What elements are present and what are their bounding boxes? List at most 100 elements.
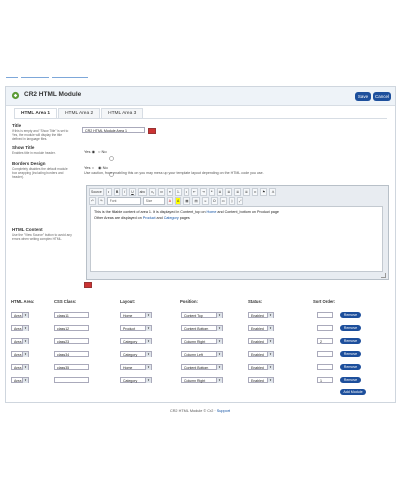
bg-color-button[interactable]: A xyxy=(174,197,182,205)
add-module-button[interactable]: Add Module xyxy=(340,389,366,395)
resize-handle[interactable] xyxy=(381,273,386,278)
position-select[interactable]: Column Right ▾ xyxy=(181,338,223,344)
show-title-no[interactable]: ○ No xyxy=(98,149,107,154)
breadcrumb-item[interactable] xyxy=(6,77,18,78)
sort-order-input[interactable] xyxy=(317,312,333,318)
product-link[interactable]: Product xyxy=(143,216,156,220)
layout-select[interactable]: Home ▾ xyxy=(120,364,152,370)
bold-button[interactable]: B xyxy=(113,188,121,196)
layout-select[interactable]: Home ▾ xyxy=(120,312,152,318)
chevron-down-icon[interactable]: ▾ xyxy=(216,378,222,383)
align-button[interactable]: ≡ xyxy=(166,188,173,196)
css-class-input[interactable]: class11 xyxy=(54,312,89,318)
css-class-input[interactable]: class34 xyxy=(54,351,89,357)
sort-order-input[interactable] xyxy=(317,325,333,331)
remove-button[interactable]: Remove xyxy=(340,351,361,357)
status-select[interactable]: Enabled ▾ xyxy=(248,325,274,331)
breadcrumb-item[interactable] xyxy=(52,77,88,78)
redo-icon[interactable]: ↷ xyxy=(97,197,105,205)
css-class-input[interactable]: class23 xyxy=(54,338,89,344)
source-button[interactable]: Source xyxy=(89,188,104,196)
smiley-button[interactable]: ☺ xyxy=(201,197,210,205)
borders-yes[interactable]: Yes ○ xyxy=(84,165,94,170)
chevron-down-icon[interactable]: ▾ xyxy=(267,365,273,370)
chevron-down-icon[interactable]: ▾ xyxy=(216,339,222,344)
chevron-down-icon[interactable]: ▾ xyxy=(22,365,28,370)
remove-button[interactable]: Remove xyxy=(340,325,361,331)
subscript-button[interactable]: x₂ xyxy=(149,188,157,196)
chevron-down-icon[interactable]: ▾ xyxy=(22,378,28,383)
chevron-down-icon[interactable]: ▾ xyxy=(145,378,151,383)
sort-order-input[interactable]: 2 xyxy=(317,338,333,344)
css-class-input[interactable]: class35 xyxy=(54,364,89,370)
chevron-down-icon[interactable]: ▾ xyxy=(267,313,273,318)
chevron-down-icon[interactable]: ▾ xyxy=(145,326,151,331)
home-link[interactable]: Home xyxy=(207,210,217,214)
chevron-down-icon[interactable]: ▾ xyxy=(145,365,151,370)
chevron-down-icon[interactable]: ▾ xyxy=(22,313,28,318)
support-link[interactable]: Support xyxy=(217,409,230,413)
chevron-down-icon[interactable]: ▾ xyxy=(22,326,28,331)
remove-button[interactable]: Remove xyxy=(340,364,361,370)
area-select[interactable]: Area 2 ▾ xyxy=(11,338,29,344)
position-select[interactable]: Column Right ▾ xyxy=(181,377,223,383)
remove-button[interactable]: Remove xyxy=(340,312,361,318)
chevron-down-icon[interactable]: ▾ xyxy=(216,365,222,370)
breadcrumb-item[interactable] xyxy=(21,77,49,78)
position-select[interactable]: Content Top ▾ xyxy=(181,312,223,318)
chevron-down-icon[interactable]: ▾ xyxy=(145,352,151,357)
size-select[interactable]: Size xyxy=(142,197,165,205)
position-select[interactable]: Column Left ▾ xyxy=(181,351,223,357)
chevron-down-icon[interactable]: ▾ xyxy=(22,339,28,344)
chevron-down-icon[interactable]: ▾ xyxy=(267,352,273,357)
sort-order-input[interactable] xyxy=(317,364,333,370)
remove-button[interactable]: Remove xyxy=(340,338,361,344)
category-link[interactable]: Category xyxy=(164,216,179,220)
outdent-button[interactable]: ⇤ xyxy=(190,188,198,196)
sort-order-input[interactable] xyxy=(317,351,333,357)
chevron-down-icon[interactable]: ▾ xyxy=(267,326,273,331)
align-left-button[interactable]: ≣ xyxy=(216,188,224,196)
image-button[interactable]: ▦ xyxy=(183,197,191,205)
save-button[interactable]: Save xyxy=(355,92,371,101)
bullet-list-button[interactable]: • xyxy=(183,188,189,196)
chevron-down-icon[interactable]: ▾ xyxy=(216,352,222,357)
undo-icon[interactable]: ↶ xyxy=(89,197,96,205)
area-select[interactable]: Area 1 ▾ xyxy=(11,325,29,331)
css-class-input[interactable] xyxy=(54,377,89,383)
strike-button[interactable]: abc xyxy=(137,188,148,196)
layout-select[interactable]: Product ▾ xyxy=(120,325,152,331)
chevron-down-icon[interactable]: ▾ xyxy=(145,339,151,344)
chevron-down-icon[interactable]: ▾ xyxy=(216,326,222,331)
radio-icon[interactable]: ◉ xyxy=(98,165,102,170)
maximize-button[interactable]: ⤢ xyxy=(236,197,244,205)
cancel-button[interactable]: Cancel xyxy=(373,92,391,101)
borders-no[interactable]: ◉ No xyxy=(98,165,108,170)
preview-button[interactable]: ◐ xyxy=(105,188,112,196)
title-input[interactable]: CR2 HTML Module Area 1 xyxy=(82,127,145,133)
tab-html-area-2[interactable]: HTML Area 2 xyxy=(58,108,101,118)
show-title-yes[interactable]: Yes ◉ xyxy=(84,149,95,154)
justify-button[interactable]: ≣ xyxy=(243,188,250,196)
blockquote-button[interactable]: ❝ xyxy=(208,188,215,196)
tab-html-area-1[interactable]: HTML Area 1 xyxy=(14,108,58,118)
layout-select[interactable]: Category ▾ xyxy=(120,351,152,357)
table-button[interactable]: ▤ xyxy=(192,197,200,205)
css-class-input[interactable]: class12 xyxy=(54,325,89,331)
status-select[interactable]: Enabled ▾ xyxy=(248,338,274,344)
font-select[interactable]: Font xyxy=(106,197,141,205)
numbered-list-button[interactable]: 1. xyxy=(174,188,182,196)
anchor-button[interactable]: ⚓ xyxy=(269,188,277,196)
special-char-button[interactable]: Ω xyxy=(211,197,218,205)
unlink-button[interactable]: ⚑ xyxy=(260,188,268,196)
italic-button[interactable]: I xyxy=(122,188,128,196)
area-select[interactable]: Area 3 ▾ xyxy=(11,364,29,370)
chevron-down-icon[interactable]: ▾ xyxy=(22,352,28,357)
superscript-button[interactable]: x² xyxy=(158,188,165,196)
remove-button[interactable]: Remove xyxy=(340,377,361,383)
link-button[interactable]: ∞ xyxy=(251,188,259,196)
layout-select[interactable]: Category ▾ xyxy=(120,338,152,344)
radio-icon[interactable]: ○ xyxy=(98,149,100,154)
align-right-button[interactable]: ≣ xyxy=(234,188,242,196)
position-select[interactable]: Content Bottom ▾ xyxy=(181,325,223,331)
